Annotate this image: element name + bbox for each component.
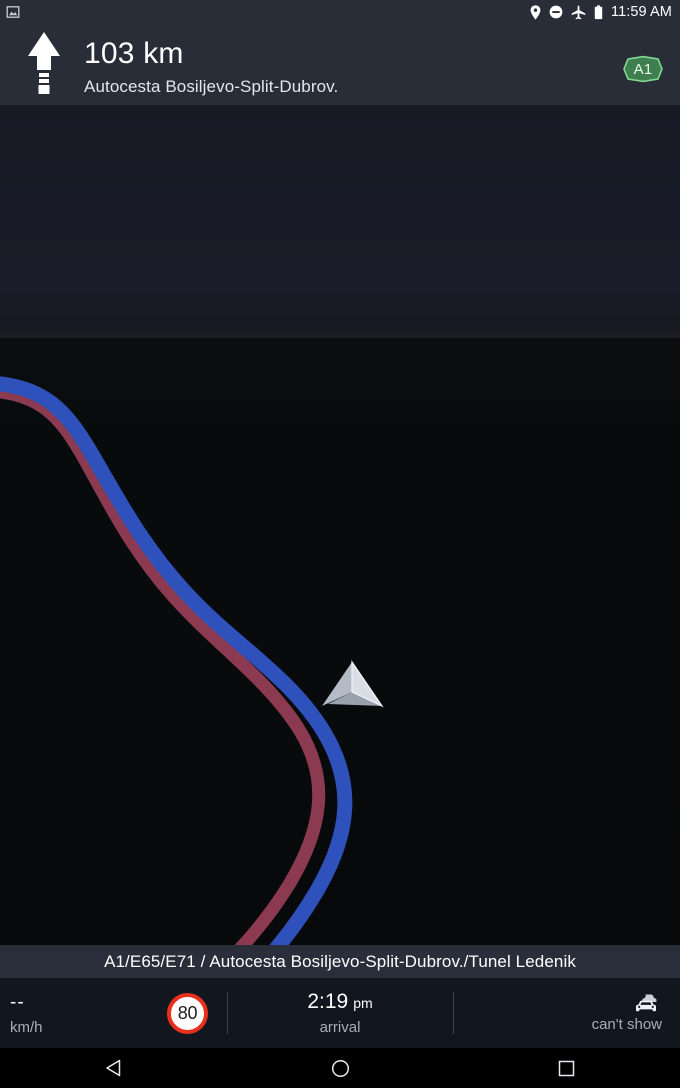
nav-recents-button[interactable]: [453, 1048, 680, 1088]
maneuver-header[interactable]: 103 km Autocesta Bosiljevo-Split-Dubrov.…: [0, 24, 680, 105]
arrival-time-line: 2:19 pm: [307, 990, 372, 1014]
arrival-ampm: pm: [353, 994, 373, 1011]
android-status-bar: 11:59 AM: [0, 0, 680, 24]
arrival-label: arrival: [319, 1018, 361, 1036]
status-bar-system-icons: 11:59 AM: [530, 4, 680, 20]
maneuver-distance: 103 km: [84, 37, 184, 70]
maneuver-text-block: 103 km Autocesta Bosiljevo-Split-Dubrov.: [84, 36, 338, 98]
speed-value: --: [10, 992, 25, 1013]
speed-limit-value: 80: [177, 1002, 198, 1023]
speed-limit-indicator[interactable]: 80: [148, 978, 227, 1048]
primary-route-line: [0, 376, 353, 945]
nav-home-button[interactable]: [227, 1048, 454, 1088]
arrival-readout[interactable]: 2:19 pm arrival: [227, 978, 453, 1048]
current-street-bar: A1/E65/E71 / Autocesta Bosiljevo-Split-D…: [0, 945, 680, 978]
map-canvas[interactable]: [0, 105, 680, 945]
status-bar-clock: 11:59 AM: [611, 4, 672, 20]
route-lines: [0, 376, 353, 945]
traffic-cars-icon: [636, 994, 657, 1011]
recents-square-icon: [558, 1060, 575, 1076]
android-navigation-bar: [0, 1048, 680, 1088]
navigation-app-screen: 11:59 AM 103 km Autocesta Bosiljevo-Spli…: [0, 0, 680, 1088]
speed-readout[interactable]: -- km/h: [0, 978, 148, 1048]
airplane-mode-icon: [571, 5, 586, 19]
battery-icon: [594, 4, 603, 19]
navigation-chevron-icon: [322, 660, 384, 708]
navigation-dashboard: -- km/h 80 2:19 pm arrival can't show: [0, 978, 680, 1048]
status-bar-notifications: [0, 5, 20, 19]
road-shield-label: A1: [633, 60, 653, 78]
traffic-status[interactable]: can't show: [453, 978, 680, 1048]
do-not-disturb-icon: [549, 5, 563, 19]
speed-limit-sign-icon: 80: [167, 992, 208, 1034]
maneuver-road-name: Autocesta Bosiljevo-Split-Dubrov.: [84, 77, 339, 96]
nav-back-button[interactable]: [0, 1048, 227, 1088]
current-street-label: A1/E65/E71 / Autocesta Bosiljevo-Split-D…: [104, 951, 576, 971]
straight-ahead-arrow-icon: [28, 32, 60, 94]
location-pin-icon: [530, 4, 541, 20]
arrival-time: 2:19: [307, 989, 349, 1013]
speed-unit-label: km/h: [10, 1019, 43, 1036]
back-triangle-icon: [106, 1059, 121, 1077]
road-shield-badge: A1: [622, 55, 664, 83]
home-circle-icon: [331, 1059, 349, 1077]
traffic-status-label: can't show: [591, 1015, 662, 1033]
screenshot-image-icon: [6, 6, 20, 18]
